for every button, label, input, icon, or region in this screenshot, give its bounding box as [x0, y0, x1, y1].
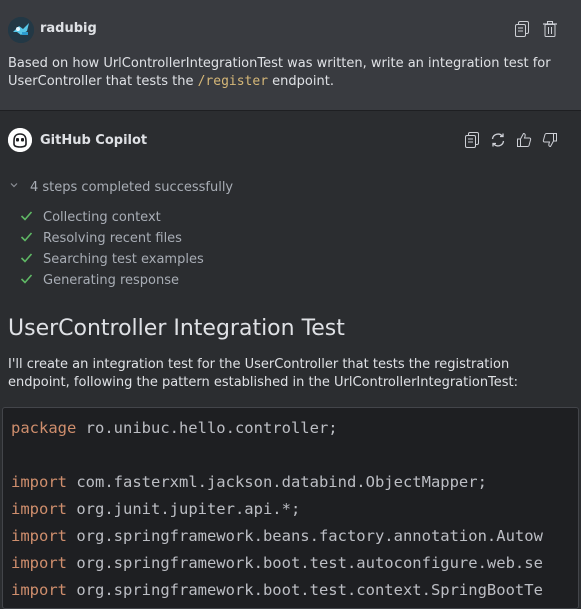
inline-code: /register [197, 74, 269, 89]
step-item: Searching test examples [20, 249, 204, 270]
step-item: Collecting context [20, 207, 204, 228]
code-keyword: import [11, 473, 67, 491]
code-text: org.junit.jupiter.api.*; [67, 500, 301, 518]
steps-list: Collecting context Resolving recent file… [20, 207, 204, 291]
prompt-text-after: endpoint. [268, 74, 334, 89]
checkmark-icon [20, 209, 33, 226]
code-line: import org.springframework.beans.factory… [11, 527, 543, 545]
thumbs-down-icon[interactable] [542, 132, 558, 148]
code-block[interactable]: package ro.unibuc.hello.controller; impo… [2, 407, 579, 609]
thumbs-up-icon[interactable] [516, 132, 532, 148]
steps-summary-label: 4 steps completed successfully [30, 179, 234, 195]
code-text: org.springframework.beans.factory.annota… [67, 527, 543, 545]
code-text: ro.unibuc.hello.controller; [76, 419, 338, 437]
code-line: import org.springframework.boot.test.aut… [11, 554, 543, 572]
checkmark-icon [20, 230, 33, 247]
step-label: Resolving recent files [43, 231, 182, 246]
code-line: import org.junit.jupiter.api.*; [11, 500, 300, 518]
step-item: Resolving recent files [20, 228, 204, 249]
checkmark-icon [20, 272, 33, 289]
code-text: com.fasterxml.jackson.databind.ObjectMap… [67, 473, 487, 491]
code-text: org.springframework.boot.test.autoconfig… [67, 554, 543, 572]
delete-icon[interactable] [542, 21, 558, 37]
user-message: radubig Based on how UrlControllerIntegr… [0, 0, 581, 111]
step-item: Generating response [20, 270, 204, 291]
regenerate-icon[interactable] [490, 132, 506, 148]
code-keyword: import [11, 527, 67, 545]
chevron-down-icon [8, 179, 20, 195]
code-text: org.springframework.boot.test.context.Sp… [67, 581, 543, 599]
code-keyword: import [11, 500, 67, 518]
code-line: import com.fasterxml.jackson.databind.Ob… [11, 473, 487, 491]
copilot-logo-icon [8, 128, 32, 152]
code-line: import org.springframework.boot.test.con… [11, 581, 543, 599]
step-label: Collecting context [43, 210, 161, 225]
copy-response-icon[interactable] [464, 132, 480, 148]
user-avatar [8, 17, 34, 43]
code-keyword: package [11, 419, 77, 437]
checkmark-icon [20, 251, 33, 268]
response-title: UserController Integration Test [8, 316, 345, 341]
copy-icon[interactable] [514, 21, 530, 37]
steps-summary[interactable]: 4 steps completed successfully [8, 179, 233, 195]
code-line: package ro.unibuc.hello.controller; [11, 419, 338, 437]
prompt-text: Based on how UrlControllerIntegrationTes… [8, 55, 568, 91]
code-keyword: import [11, 581, 67, 599]
step-label: Searching test examples [43, 252, 204, 267]
code-keyword: import [11, 554, 67, 572]
response-description: I'll create an integration test for the … [8, 357, 519, 390]
username: radubig [40, 21, 97, 36]
step-label: Generating response [43, 273, 179, 288]
assistant-name: GitHub Copilot [40, 133, 148, 148]
